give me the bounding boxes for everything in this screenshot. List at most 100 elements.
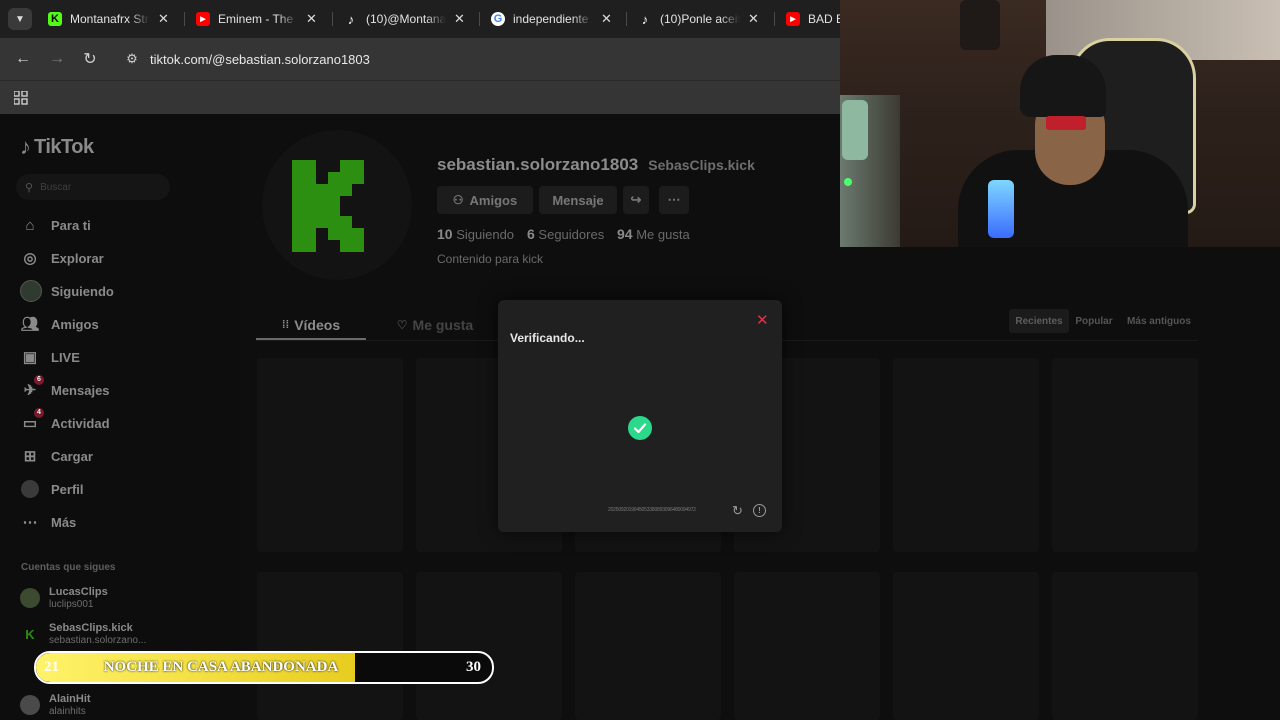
- back-arrow-icon[interactable]: ←: [11, 48, 35, 70]
- following-account[interactable]: LucasClips luclips001: [20, 583, 108, 613]
- video-tile[interactable]: [416, 572, 562, 720]
- friends-icon: 👥︎: [20, 316, 40, 333]
- tab-title: independiente -: [513, 12, 593, 26]
- home-icon: ⌂: [25, 216, 35, 234]
- avatar: [20, 588, 40, 608]
- info-icon[interactable]: !: [753, 504, 766, 517]
- success-check-icon: [628, 416, 652, 440]
- avatar: K: [25, 626, 35, 642]
- youtube-icon: ▶: [786, 12, 800, 26]
- tab-title: Eminem - The R: [218, 12, 298, 26]
- profile-username: sebastian.solorzano1803: [437, 155, 639, 174]
- youtube-icon: ▶: [196, 12, 210, 26]
- sort-popular-button[interactable]: Popular: [1071, 309, 1117, 333]
- sidebar-item-cargar[interactable]: ⊞ Cargar: [20, 444, 93, 468]
- sidebar-item-para-ti[interactable]: ⌂ Para ti: [20, 213, 90, 237]
- sidebar-item-mensajes[interactable]: ✈ 6 Mensajes: [20, 375, 110, 402]
- close-tab-icon[interactable]: ✕: [158, 11, 169, 27]
- browser-tab[interactable]: K Montanafrx Stre ✕: [48, 6, 169, 32]
- messages-icon: ✈ 6: [20, 375, 44, 399]
- browser-tab[interactable]: ▶ BAD B: [786, 6, 844, 32]
- video-tile[interactable]: [893, 358, 1039, 552]
- webcam-overlay: [840, 0, 1280, 247]
- verification-code: 2025092019045053380893096480094972: [608, 507, 696, 513]
- sidebar-item-actividad[interactable]: ▭ 4 Actividad: [20, 408, 110, 435]
- browser-tab[interactable]: ♪ (10)Ponle aceite ✕: [638, 6, 759, 32]
- sort-oldest-button[interactable]: Más antiguos: [1121, 309, 1197, 333]
- bookmarks-bar: [0, 80, 840, 115]
- kick-logo-icon: [292, 160, 364, 252]
- following-account[interactable]: AlainHit alainhits: [20, 690, 91, 720]
- browser-tab[interactable]: ♪ (10)@Montanafr ✕: [344, 6, 465, 32]
- messages-badge: 6: [34, 375, 44, 385]
- tab-videos[interactable]: ⁞⁞ Vídeos: [256, 312, 366, 338]
- sidebar-item-amigos[interactable]: 👥︎ Amigos: [20, 312, 98, 336]
- sidebar-item-siguiendo[interactable]: Siguiendo: [20, 279, 114, 303]
- activity-badge: 4: [34, 408, 44, 418]
- search-icon: ⚲: [25, 181, 34, 194]
- forward-arrow-icon[interactable]: →: [45, 48, 69, 70]
- video-tile[interactable]: [734, 572, 880, 720]
- tab-title: (10)@Montanafr: [366, 12, 446, 26]
- message-button[interactable]: Mensaje: [539, 186, 617, 214]
- close-tab-icon[interactable]: ✕: [601, 11, 612, 27]
- refresh-icon[interactable]: ↻: [732, 503, 743, 519]
- tiktok-icon: ♪: [641, 11, 649, 27]
- sidebar: ♪ TikTok ⚲ Buscar ⌂ Para ti ◎ Explorar Sig…: [0, 114, 240, 720]
- share-icon[interactable]: ↪: [623, 186, 649, 214]
- activity-icon: ▭ 4: [20, 408, 44, 432]
- reload-icon[interactable]: ↻: [78, 48, 102, 70]
- grid-icon: ⁞⁞: [281, 319, 290, 331]
- kick-icon: K: [48, 12, 62, 26]
- profile-icon: [20, 480, 40, 499]
- video-tile[interactable]: [575, 572, 721, 720]
- compass-icon: ◎: [23, 250, 37, 267]
- site-settings-icon[interactable]: ⚙: [120, 51, 144, 67]
- more-icon: ⋯: [22, 514, 38, 531]
- url-input[interactable]: ⚙ tiktok.com/@sebastian.solorzano1803: [114, 45, 834, 73]
- video-tile[interactable]: [257, 572, 403, 720]
- followers-stat[interactable]: 6 Seguidores: [527, 226, 604, 242]
- goal-target: 30: [466, 659, 481, 675]
- tiktok-logo[interactable]: ♪ TikTok: [20, 134, 94, 160]
- video-tile[interactable]: [893, 572, 1039, 720]
- following-account[interactable]: K SebasClips.kick sebastian.solorzano...: [20, 619, 146, 649]
- sidebar-item-live[interactable]: ▣ LIVE: [20, 345, 80, 369]
- profile-nickname: SebasClips.kick: [648, 157, 755, 173]
- tab-liked[interactable]: ♡ Me gusta: [380, 312, 490, 338]
- close-icon[interactable]: ✕: [756, 311, 769, 329]
- tiktok-icon: ♪: [347, 11, 355, 27]
- close-tab-icon[interactable]: ✕: [454, 11, 465, 27]
- friends-button[interactable]: ⚇ Amigos: [437, 186, 533, 214]
- tab-search-chevron-icon[interactable]: ▼: [8, 8, 32, 30]
- verification-modal: Verificando... ✕ 20250920190450533808930…: [498, 300, 782, 532]
- tab-title: BAD B: [808, 12, 845, 26]
- sidebar-item-explorar[interactable]: ◎ Explorar: [20, 246, 103, 270]
- sidebar-item-perfil[interactable]: Perfil: [20, 477, 84, 501]
- video-tile[interactable]: [1052, 572, 1198, 720]
- close-tab-icon[interactable]: ✕: [306, 11, 317, 27]
- webcam-feed: [840, 0, 1280, 247]
- following-stat[interactable]: 10 Siguiendo: [437, 226, 514, 242]
- video-tile[interactable]: [1052, 358, 1198, 552]
- browser-tab[interactable]: ▶ Eminem - The R ✕: [196, 6, 317, 32]
- apps-grid-icon[interactable]: [14, 91, 28, 105]
- more-options-icon[interactable]: ⋯: [659, 186, 689, 214]
- profile-avatar[interactable]: [262, 130, 412, 280]
- sort-recent-button[interactable]: Recientes: [1009, 309, 1069, 333]
- video-tile[interactable]: [257, 358, 403, 552]
- tab-title: Montanafrx Stre: [70, 12, 150, 26]
- profile-name-row: sebastian.solorzano1803 SebasClips.kick: [437, 155, 755, 175]
- tiktok-icon: ♪: [20, 134, 31, 159]
- heart-outline-icon: ♡: [396, 318, 408, 332]
- friends-icon: ⚇: [452, 193, 464, 207]
- stream-goal-bar: 21 NOCHE EN CASA ABANDONADA 30: [34, 651, 494, 684]
- sidebar-item-mas[interactable]: ⋯ Más: [20, 510, 77, 534]
- close-tab-icon[interactable]: ✕: [748, 11, 759, 27]
- url-text: tiktok.com/@sebastian.solorzano1803: [150, 51, 370, 67]
- browser-tab[interactable]: G independiente - ✕: [491, 6, 612, 32]
- profile-bio: Contenido para kick: [437, 252, 544, 266]
- search-input[interactable]: ⚲ Buscar: [16, 174, 170, 200]
- avatar: [20, 695, 40, 715]
- goal-title: NOCHE EN CASA ABANDONADA: [103, 659, 339, 675]
